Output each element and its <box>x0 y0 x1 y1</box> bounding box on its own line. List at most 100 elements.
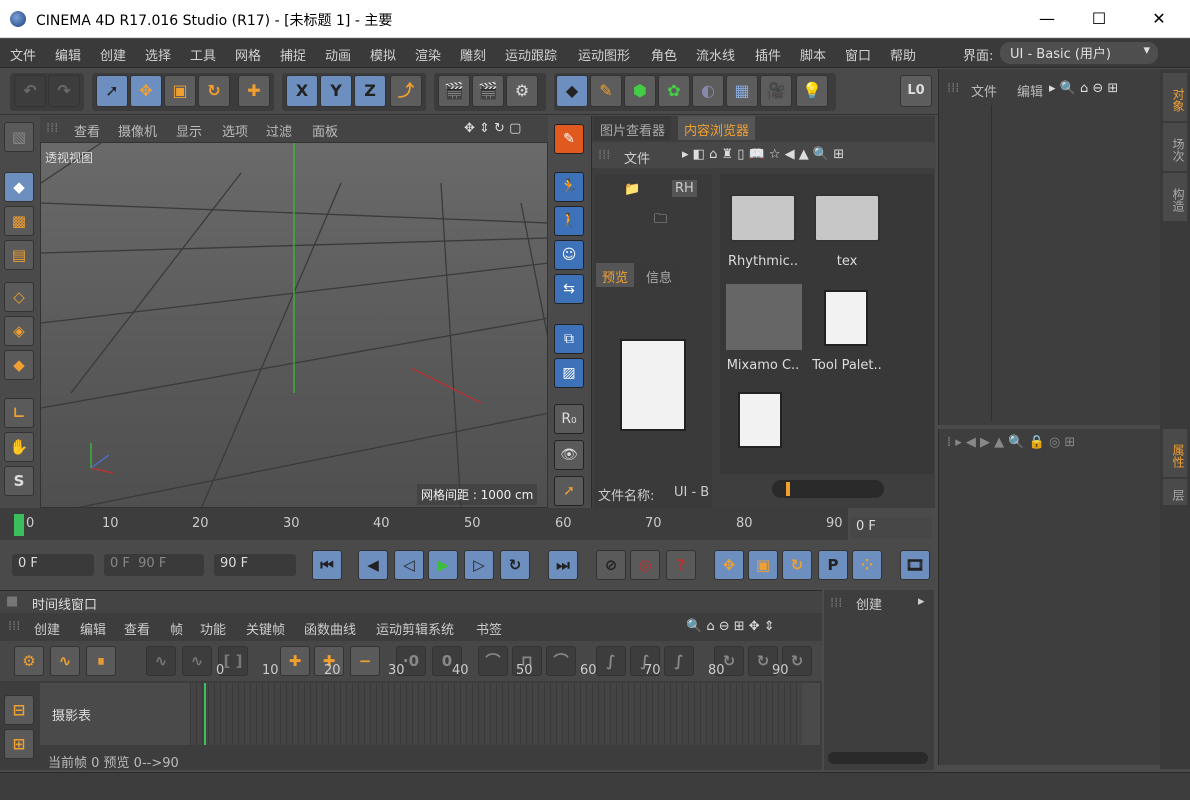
tab-objects[interactable]: 对象 <box>1163 73 1187 121</box>
close-button[interactable]: ✕ <box>1148 8 1170 30</box>
menu-motion-tracking[interactable]: 运动跟踪 <box>505 45 557 64</box>
pen-icon[interactable]: ✎ <box>590 75 622 107</box>
perspective-viewport[interactable]: 透视视图 网格间距 : 1000 cm <box>40 142 548 508</box>
points-mode-icon[interactable]: ◇ <box>4 282 34 312</box>
make-editable-icon[interactable]: ▧ <box>4 122 34 152</box>
browser-item-tool-palette[interactable]: Tool Palet.. <box>806 284 888 380</box>
menu-simulate[interactable]: 模拟 <box>370 45 396 64</box>
browser-item-mixamo[interactable]: Mixamo C.. <box>722 284 804 380</box>
linear-icon[interactable]: ⌒ <box>546 646 576 676</box>
timeline-menu-create[interactable]: 创建 <box>34 619 60 638</box>
key-move-icon[interactable]: ✥ <box>714 550 744 580</box>
edges-mode-icon[interactable]: ◈ <box>4 316 34 346</box>
menu-script[interactable]: 脚本 <box>800 45 826 64</box>
tab-takes[interactable]: 场次 <box>1163 123 1187 171</box>
keyframe-help-icon[interactable]: ? <box>666 550 696 580</box>
key-param-icon[interactable]: P <box>818 550 848 580</box>
object-menu-file[interactable]: 文件 <box>971 81 997 100</box>
attribute-nav-icons[interactable]: ⁞ ▸ ◀ ▶ ▲ 🔍 🔒 ◎ ⊞ <box>947 435 1075 450</box>
timeline-playhead[interactable] <box>204 683 206 745</box>
tab-structure[interactable]: 构造 <box>1163 173 1187 221</box>
wave-alt-icon[interactable]: ∿ <box>182 646 212 676</box>
menu-select[interactable]: 选择 <box>145 45 171 64</box>
next-key-icon[interactable]: ↻ <box>500 550 530 580</box>
viewport-menu-options[interactable]: 选项 <box>222 121 248 140</box>
menu-create[interactable]: 创建 <box>100 45 126 64</box>
light-icon[interactable]: 💡 <box>796 75 828 107</box>
texture-mode-icon[interactable]: ▩ <box>4 206 34 236</box>
next-frame-icon[interactable]: ▷ <box>464 550 494 580</box>
motion-mode-icon[interactable]: ⏸ <box>86 646 116 676</box>
y-axis-button[interactable]: Y <box>320 75 352 107</box>
render-view-icon[interactable]: 🎬 <box>438 75 470 107</box>
last-tool-icon[interactable]: ✚ <box>238 75 270 107</box>
menu-mograph[interactable]: 运动图形 <box>578 45 630 64</box>
menu-snap[interactable]: 捕捉 <box>280 45 306 64</box>
scale-tool-icon[interactable]: ▣ <box>164 75 196 107</box>
menu-render[interactable]: 渲染 <box>415 45 441 64</box>
folder-icon[interactable]: 📁 <box>624 182 640 197</box>
object-nav-icons[interactable]: ▸ 🔍 ⌂ ⊖ ⊞ <box>1049 81 1118 96</box>
prev-key-icon[interactable]: ◀ <box>358 550 388 580</box>
coordinate-system-icon[interactable]: ⤴ <box>390 75 422 107</box>
layout-select[interactable]: UI - Basic (用户) ▾ <box>1000 42 1158 64</box>
play-icon[interactable]: ▶ <box>428 550 458 580</box>
current-frame-field[interactable]: 0 F <box>850 517 932 539</box>
object-menu-edit[interactable]: 编辑 <box>1017 81 1043 100</box>
key-scale-icon[interactable]: ▣ <box>748 550 778 580</box>
layers-icon[interactable]: ⊟ <box>4 695 34 725</box>
scrollbar[interactable] <box>828 752 928 764</box>
tab-layers[interactable]: 层 <box>1163 479 1187 505</box>
key-rotate-icon[interactable]: ↻ <box>782 550 812 580</box>
preview-range-field[interactable]: 0 F 90 F <box>104 554 204 576</box>
z-axis-button[interactable]: Z <box>354 75 386 107</box>
go-to-start-icon[interactable]: ⏮ <box>312 550 342 580</box>
dope-sheet-icon[interactable]: ⚙ <box>14 646 44 676</box>
folder-icon[interactable]: 🗀 <box>654 210 667 232</box>
character-pose-icon[interactable]: ☺ <box>554 240 584 270</box>
tree-item-rh[interactable]: RH <box>672 180 697 197</box>
rotate-tool-icon[interactable]: ↻ <box>198 75 230 107</box>
playhead[interactable] <box>14 514 24 536</box>
menu-edit[interactable]: 编辑 <box>55 45 81 64</box>
menu-sculpt[interactable]: 雕刻 <box>460 45 486 64</box>
character-icon[interactable]: 🏃 <box>554 172 584 202</box>
curve-in-icon[interactable]: ∫ <box>596 646 626 676</box>
timeline-menu-motion-system[interactable]: 运动剪辑系统 <box>376 619 454 638</box>
character-walk-icon[interactable]: 🚶 <box>554 206 584 236</box>
timeline-menu-frame[interactable]: 帧 <box>170 619 183 638</box>
menu-pipeline[interactable]: 流水线 <box>696 45 735 64</box>
timeline-menu-view[interactable]: 查看 <box>124 619 150 638</box>
prev-frame-icon[interactable]: ◁ <box>394 550 424 580</box>
ease-icon[interactable]: ⌒ <box>478 646 508 676</box>
tab-preview[interactable]: 预览 <box>596 263 635 287</box>
menu-tools[interactable]: 工具 <box>190 45 216 64</box>
menu-help[interactable]: 帮助 <box>890 45 916 64</box>
add-key-icon[interactable]: ✚ <box>280 646 310 676</box>
timeline-track-area[interactable]: 摄影表 0 10 20 30 40 50 60 70 80 90 <box>40 663 820 745</box>
snap-icon[interactable]: S <box>4 466 34 496</box>
viewport-menu-panel[interactable]: 面板 <box>312 121 338 140</box>
slider-handle[interactable] <box>786 482 790 496</box>
timeline-menu-bookmarks[interactable]: 书签 <box>476 619 502 638</box>
viewport-menu-filter[interactable]: 过滤 <box>266 121 292 140</box>
browser-nav-icons[interactable]: ▸ ◧ ⌂ ♜ ▯ 📖 ☆ ◀ ▲ 🔍 ⊞ <box>682 147 844 162</box>
timeline-menu-edit[interactable]: 编辑 <box>80 619 106 638</box>
viewport-menu-camera[interactable]: 摄像机 <box>118 121 157 140</box>
cloner-icon[interactable]: ✿ <box>658 75 690 107</box>
tab-attributes[interactable]: 属性 <box>1163 429 1187 477</box>
workplane-mode-icon[interactable]: ▤ <box>4 240 34 270</box>
subdivision-icon[interactable]: ⬢ <box>624 75 656 107</box>
paint-icon[interactable]: ✎ <box>554 124 584 154</box>
cube-icon[interactable]: ◆ <box>556 75 588 107</box>
model-mode-icon[interactable]: ◆ <box>4 172 34 202</box>
camera-icon[interactable]: 🎥 <box>760 75 792 107</box>
autokey-icon[interactable]: ◎ <box>630 550 660 580</box>
redo-icon[interactable]: ↷ <box>48 75 80 107</box>
maximize-button[interactable]: ☐ <box>1088 8 1110 30</box>
render-settings-icon[interactable]: ⚙ <box>506 75 538 107</box>
timeline-menu-f-curve[interactable]: 函数曲线 <box>304 619 356 638</box>
level-of-detail-button[interactable]: L0 <box>900 75 932 107</box>
go-to-end-icon[interactable]: ⏭ <box>548 550 578 580</box>
deformer-icon[interactable]: ◐ <box>692 75 724 107</box>
